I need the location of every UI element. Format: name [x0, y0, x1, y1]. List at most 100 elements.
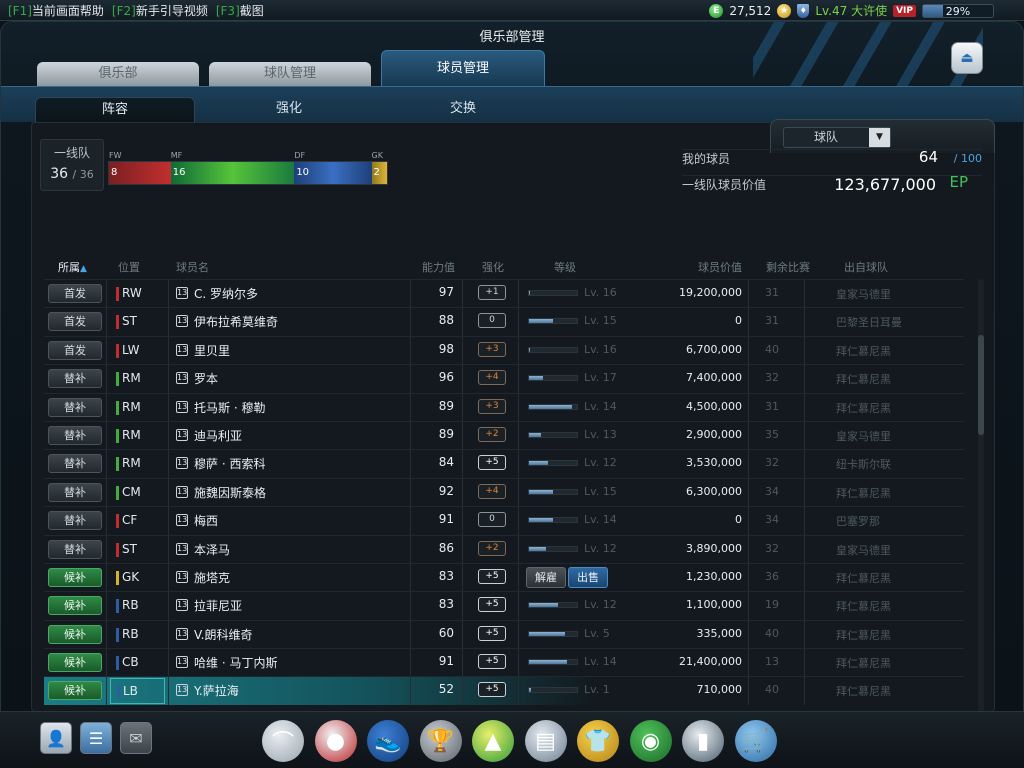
role-badge[interactable]: 候补	[48, 653, 102, 673]
role-badge[interactable]: 候补	[48, 681, 102, 701]
role-badge[interactable]: 替补	[48, 369, 102, 389]
player-name[interactable]: 梅西	[194, 512, 218, 529]
column-value[interactable]: 球员价值	[698, 259, 742, 275]
column-divider	[168, 563, 169, 592]
sell-button[interactable]: 出售	[568, 566, 608, 588]
money-value: 27,512	[729, 3, 772, 18]
player-name[interactable]: 拉菲尼亚	[194, 597, 242, 614]
player-value: 0	[735, 314, 742, 328]
table-row[interactable]: 替补 CM 13 施魏因斯泰格 92 +4 Lv. 15 6,300,000 34 拜仁慕尼黑	[44, 477, 964, 507]
role-badge[interactable]: 替补	[48, 397, 102, 417]
role-badge[interactable]: 替补	[48, 539, 102, 559]
tab-exchange[interactable]: 交换	[383, 97, 543, 116]
table-row[interactable]: 替补 RM 13 托马斯 · 穆勒 89 +3 Lv. 14 4,500,000 31 拜仁慕尼黑	[44, 392, 964, 421]
table-row[interactable]: 替补 RM 13 穆萨 · 西索科 84 +5 Lv. 12 3,530,000 32 纽卡斯尔联	[44, 449, 964, 478]
profile-icon[interactable]: 👤	[40, 722, 72, 754]
role-badge[interactable]: 替补	[48, 511, 102, 531]
player-name[interactable]: 施魏因斯泰格	[194, 484, 266, 501]
player-name[interactable]: 迪马利亚	[194, 427, 242, 444]
table-row[interactable]: 候补 RB 13 拉菲尼亚 83 +5 Lv. 12 1,100,000 19 拜仁慕尼黑	[44, 591, 964, 620]
eject-icon[interactable]: ⏏	[951, 42, 983, 74]
hotkey-tutorial[interactable]: [F2]新手引导视频	[112, 2, 208, 19]
clipboard-icon[interactable]: ▤	[524, 720, 567, 762]
player-name[interactable]: 穆萨 · 西索科	[194, 455, 265, 472]
role-badge[interactable]: 首发	[48, 340, 102, 360]
chat-icon[interactable]: ☰	[80, 722, 112, 754]
table-row[interactable]: 候补 GK 13 施塔克 83 +5 解雇 出售 1,230,000 36 拜仁慕尼黑	[44, 562, 964, 592]
chevron-down-icon[interactable]: ▼	[869, 128, 890, 147]
tab-club[interactable]: 俱乐部	[37, 62, 199, 86]
role-badge[interactable]: 首发	[48, 284, 102, 303]
table-row[interactable]: 候补 RB 13 V.朗科维奇 60 +5 Lv. 5 335,000 40 拜仁慕尼黑	[44, 619, 964, 649]
player-name[interactable]: 伊布拉希莫维奇	[194, 313, 278, 330]
player-name[interactable]: 哈维 · 马丁内斯	[194, 654, 277, 671]
position-code: RM	[122, 427, 141, 442]
column-enhance[interactable]: 强化	[482, 259, 504, 275]
column-role[interactable]: 所属▲	[58, 259, 87, 275]
tab-player-management[interactable]: 球员管理	[381, 50, 545, 88]
column-ability[interactable]: 能力值	[422, 259, 455, 275]
player-name[interactable]: C. 罗纳尔多	[194, 285, 258, 302]
column-divider	[804, 592, 805, 620]
player-value: 2,900,000	[686, 427, 742, 441]
player-name[interactable]: 里贝里	[194, 342, 230, 359]
jersey-icon[interactable]: 👕	[577, 720, 619, 762]
player-name[interactable]: Y.萨拉海	[194, 682, 239, 699]
table-row[interactable]: 替补 RM 13 迪马利亚 89 +2 Lv. 13 2,900,000 35 皇家马德里	[44, 420, 964, 450]
hotkey-screenshot[interactable]: [F3]截图	[216, 2, 264, 19]
pyramid-icon[interactable]: ▲	[472, 720, 514, 762]
role-badge[interactable]: 替补	[48, 454, 102, 474]
player-name[interactable]: 托马斯 · 穆勒	[194, 399, 265, 416]
boots-icon[interactable]: 👟	[367, 720, 409, 762]
ball-icon[interactable]: ●	[314, 720, 357, 762]
column-grade[interactable]: 等级	[554, 259, 576, 275]
position-label: MF	[170, 151, 183, 160]
club-management-window: 俱乐部管理 ⏏ 俱乐部 球队管理 球员管理 阵容 强化 交换 球队 ▼ 一线队 …	[0, 21, 1024, 721]
role-badge[interactable]: 首发	[48, 312, 102, 332]
column-club[interactable]: 出自球队	[844, 259, 888, 275]
player-name[interactable]: 罗本	[194, 370, 218, 387]
tab-lineup[interactable]: 阵容	[35, 97, 195, 123]
tab-enhance[interactable]: 强化	[209, 97, 369, 116]
team-select[interactable]: 球队 ▼	[783, 127, 891, 148]
position-color-marker	[116, 343, 119, 358]
mail-icon[interactable]: ✉	[120, 722, 152, 754]
card-icon[interactable]: ▮	[682, 720, 724, 762]
table-row[interactable]: 替补 CF 13 梅西 91 0 Lv. 14 0 34 巴塞罗那	[44, 506, 964, 535]
position-code: RM	[122, 399, 141, 414]
fire-button[interactable]: 解雇	[526, 566, 566, 588]
column-position[interactable]: 位置	[118, 259, 140, 275]
player-name[interactable]: 施塔克	[194, 569, 230, 586]
table-row[interactable]: 替补 ST 13 本泽马 86 +2 Lv. 12 3,890,000 32 皇家马德里	[44, 534, 964, 563]
club-icon[interactable]: ◉	[629, 720, 672, 762]
hotkey-help[interactable]: [F1]当前画面帮助	[8, 2, 104, 19]
position-color-marker	[116, 570, 119, 585]
table-row[interactable]: 首发 LW 13 里贝里 98 +3 Lv. 16 6,700,000 40 拜仁慕尼黑	[44, 335, 964, 365]
role-badge[interactable]: 候补	[48, 596, 102, 616]
table-row[interactable]: 候补 LB 13 Y.萨拉海 52 +5 Lv. 1 710,000 40 拜仁慕尼黑	[44, 676, 964, 705]
column-divider	[804, 365, 805, 393]
cart-icon[interactable]: 🛒	[734, 720, 777, 762]
role-badge[interactable]: 候补	[48, 567, 102, 587]
table-row[interactable]: 替补 RM 13 罗本 96 +4 Lv. 17 7,400,000 32 拜仁慕尼黑	[44, 364, 964, 393]
trophy-icon[interactable]: 🏆	[419, 720, 462, 762]
enhance-badge: +1	[478, 285, 506, 300]
role-badge[interactable]: 替补	[48, 482, 102, 502]
role-badge[interactable]: 候补	[48, 624, 102, 644]
column-name[interactable]: 球员名	[176, 259, 209, 275]
table-row[interactable]: 首发 RW 13 C. 罗纳尔多 97 +1 Lv. 16 19,200,000 31 皇家马德里	[44, 279, 964, 308]
role-badge[interactable]: 替补	[48, 425, 102, 445]
player-name[interactable]: V.朗科维奇	[194, 626, 252, 643]
whistle-icon[interactable]: ⌒	[262, 720, 304, 762]
scrollbar-thumb[interactable]	[978, 335, 984, 435]
scrollbar[interactable]	[978, 279, 984, 715]
player-name[interactable]: 本泽马	[194, 541, 230, 558]
position-color-marker	[116, 599, 119, 614]
season-badge-icon: 13	[176, 542, 188, 555]
table-row[interactable]: 首发 ST 13 伊布拉希莫维奇 88 0 Lv. 15 0 31 巴黎圣日耳曼	[44, 307, 964, 336]
column-remaining[interactable]: 剩余比赛	[766, 259, 810, 275]
level-text: Lv. 15	[584, 484, 617, 498]
tab-team-management[interactable]: 球队管理	[209, 62, 371, 86]
table-row[interactable]: 候补 CB 13 哈维 · 马丁内斯 91 +5 Lv. 14 21,400,000 13 拜仁慕…	[44, 648, 964, 677]
position-segment-df: 10 DF	[294, 151, 372, 184]
